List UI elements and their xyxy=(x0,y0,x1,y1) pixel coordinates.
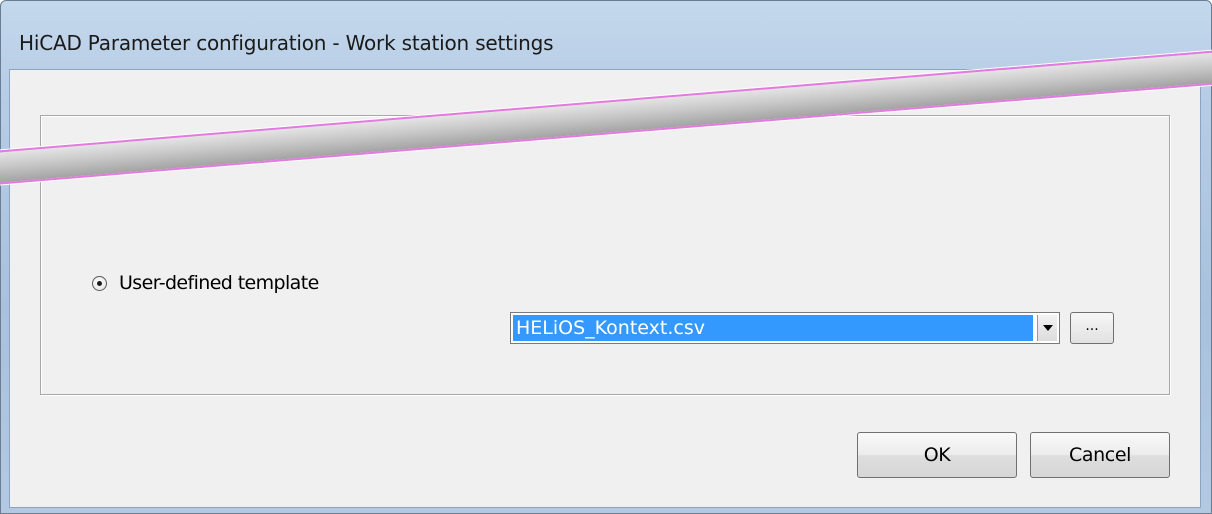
user-defined-template-label[interactable]: User-defined template xyxy=(119,272,319,294)
user-defined-template-option[interactable]: User-defined template xyxy=(92,270,319,296)
dropdown-arrow-button[interactable] xyxy=(1037,315,1057,341)
radio-selected-icon[interactable] xyxy=(92,275,107,291)
cancel-button[interactable]: Cancel xyxy=(1030,432,1170,478)
window-title: HiCAD Parameter configuration - Work sta… xyxy=(19,31,554,55)
title-bar[interactable]: HiCAD Parameter configuration - Work sta… xyxy=(1,1,1211,69)
ok-button[interactable]: OK xyxy=(857,432,1017,478)
radio-dot xyxy=(97,280,102,286)
template-file-value[interactable]: HELiOS_Kontext.csv xyxy=(513,315,1033,341)
template-file-select[interactable]: HELiOS_Kontext.csv xyxy=(510,312,1060,344)
chevron-down-icon xyxy=(1042,325,1053,331)
browse-button[interactable]: ... xyxy=(1070,312,1114,344)
